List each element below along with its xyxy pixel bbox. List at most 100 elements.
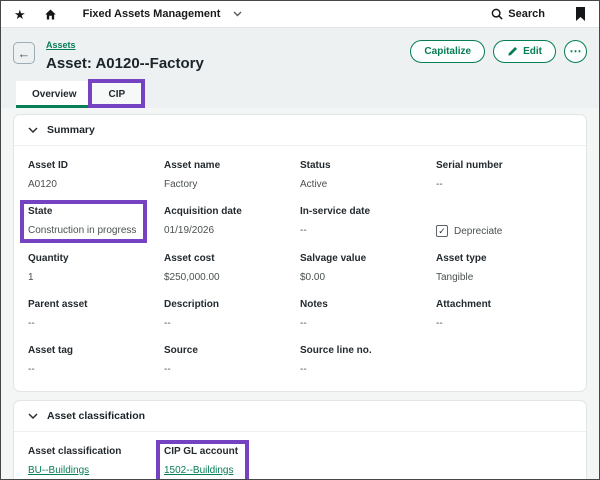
- link-bu-buildings[interactable]: BU--Buildings: [28, 465, 89, 476]
- field-content: Salvage value $0.00: [300, 253, 366, 283]
- field-asset-tag: Asset tag--: [28, 345, 164, 377]
- field-content: Asset cost $250,000.00: [164, 253, 220, 283]
- field-value: --: [28, 318, 87, 329]
- field-value: --: [300, 225, 370, 236]
- field-content: Description --: [164, 299, 219, 329]
- field-asset-name: Asset name Factory: [164, 160, 300, 192]
- tab-overview[interactable]: Overview: [16, 81, 92, 108]
- collapse-chevron-icon[interactable]: [28, 127, 38, 133]
- field-in-service-date: In-service date--: [300, 206, 436, 239]
- field-label: Salvage value: [300, 253, 366, 265]
- field-value: 01/19/2026: [164, 225, 242, 236]
- field-content: Source line no. --: [300, 345, 372, 375]
- home-icon[interactable]: [44, 8, 57, 21]
- classification-card-header: Asset classification: [14, 401, 586, 432]
- classification-section-title: Asset classification: [47, 410, 145, 422]
- field-content: Asset ID A0120: [28, 160, 68, 190]
- field-label: Asset classification: [28, 446, 121, 458]
- field-value: $250,000.00: [164, 272, 220, 283]
- field-content: Quantity 1: [28, 253, 69, 283]
- field-label: Source: [164, 345, 198, 357]
- link-1502-buildings[interactable]: 1502--Buildings: [164, 465, 234, 476]
- annotation-highlight-box: StateConstruction in progress: [28, 206, 136, 236]
- summary-card-header: Summary: [14, 115, 586, 146]
- field-content: Serial number--: [436, 160, 503, 190]
- chevron-down-icon[interactable]: [233, 11, 242, 17]
- field-asset-classification: Asset classification BU--Buildings: [28, 446, 164, 478]
- field-label: Asset tag: [28, 345, 73, 357]
- tab-cip[interactable]: CIP: [92, 81, 141, 108]
- field-value: Tangible: [436, 272, 487, 283]
- app-switcher[interactable]: Fixed Assets Management: [83, 8, 221, 20]
- edit-button[interactable]: Edit: [493, 40, 556, 63]
- field-quantity: Quantity 1: [28, 253, 164, 285]
- field-content: ✓ Depreciate: [436, 206, 502, 237]
- field-value: Construction in progress: [28, 225, 136, 236]
- field-asset-type: Asset typeTangible: [436, 253, 572, 285]
- field-value: 1502--Buildings: [164, 465, 238, 476]
- field-content: Source --: [164, 345, 198, 375]
- field-value: --: [300, 364, 372, 375]
- field-notes: Notes --: [300, 299, 436, 331]
- field-label: Source line no.: [300, 345, 372, 357]
- search-label: Search: [508, 8, 545, 20]
- field-label: Notes: [300, 299, 328, 311]
- field-serial-number: Serial number--: [436, 160, 572, 192]
- field-value: 1: [28, 272, 69, 283]
- field-cip-gl-account: CIP GL account 1502--Buildings: [164, 446, 300, 478]
- field-content: Asset name Factory: [164, 160, 220, 190]
- field-value: Active: [300, 179, 331, 190]
- capitalize-label: Capitalize: [424, 46, 471, 57]
- field-content: Parent asset --: [28, 299, 87, 329]
- field-value: A0120: [28, 179, 68, 190]
- edit-label: Edit: [523, 46, 542, 57]
- field-value: --: [164, 364, 198, 375]
- field-value: --: [300, 318, 328, 329]
- favorites-star-icon[interactable]: ★: [14, 8, 26, 21]
- app-window: ★ Fixed Assets Management Search ← Asset…: [0, 0, 600, 480]
- field-value: Factory: [164, 179, 220, 190]
- field-label: CIP GL account: [164, 446, 238, 458]
- field-value: --: [164, 318, 219, 329]
- asset-classification-card: Asset classification Asset classificatio…: [13, 400, 587, 480]
- more-actions-button[interactable]: ⋯: [564, 40, 587, 63]
- field-value: $0.00: [300, 272, 366, 283]
- pencil-icon: [507, 46, 518, 57]
- field-label: Acquisition date: [164, 206, 242, 218]
- field-state: StateConstruction in progress: [28, 206, 164, 239]
- field-label: [436, 206, 502, 218]
- field-attachment: Attachment--: [436, 299, 572, 331]
- field-label: Description: [164, 299, 219, 311]
- field-label: Asset ID: [28, 160, 68, 172]
- field-content: Notes --: [300, 299, 328, 329]
- page-content: Summary Asset ID A0120 Asset name Factory St…: [1, 108, 599, 479]
- field-label: Asset name: [164, 160, 220, 172]
- title-block: Assets Asset: A0120--Factory: [46, 35, 204, 72]
- breadcrumb-assets-link[interactable]: Assets: [46, 40, 76, 50]
- field-content: Attachment--: [436, 299, 491, 329]
- field-acquisition-date: Acquisition date 01/19/2026: [164, 206, 300, 239]
- bookmark-icon[interactable]: [575, 7, 586, 21]
- field-content: Acquisition date 01/19/2026: [164, 206, 242, 236]
- field-label: Quantity: [28, 253, 69, 265]
- header-actions: Capitalize Edit ⋯: [410, 40, 587, 63]
- page-title: Asset: A0120--Factory: [46, 55, 204, 72]
- field-value: BU--Buildings: [28, 465, 121, 476]
- collapse-chevron-icon[interactable]: [28, 413, 38, 419]
- field-label: Parent asset: [28, 299, 87, 311]
- checkbox-label: Depreciate: [454, 226, 502, 237]
- summary-section-title: Summary: [47, 124, 95, 136]
- top-bar: ★ Fixed Assets Management Search: [1, 1, 599, 28]
- field-label: Asset cost: [164, 253, 220, 265]
- search-icon: [491, 8, 503, 20]
- field-asset-cost: Asset cost $250,000.00: [164, 253, 300, 285]
- tab-bar: OverviewCIP: [13, 81, 587, 108]
- field-status: Status Active: [300, 160, 436, 192]
- search-button[interactable]: Search: [491, 8, 545, 20]
- back-button[interactable]: ←: [13, 42, 35, 64]
- field-label: Status: [300, 160, 331, 172]
- field-content: Status Active: [300, 160, 331, 190]
- capitalize-button[interactable]: Capitalize: [410, 40, 485, 63]
- depreciate-checkbox[interactable]: ✓: [436, 225, 448, 237]
- field-content: In-service date--: [300, 206, 370, 236]
